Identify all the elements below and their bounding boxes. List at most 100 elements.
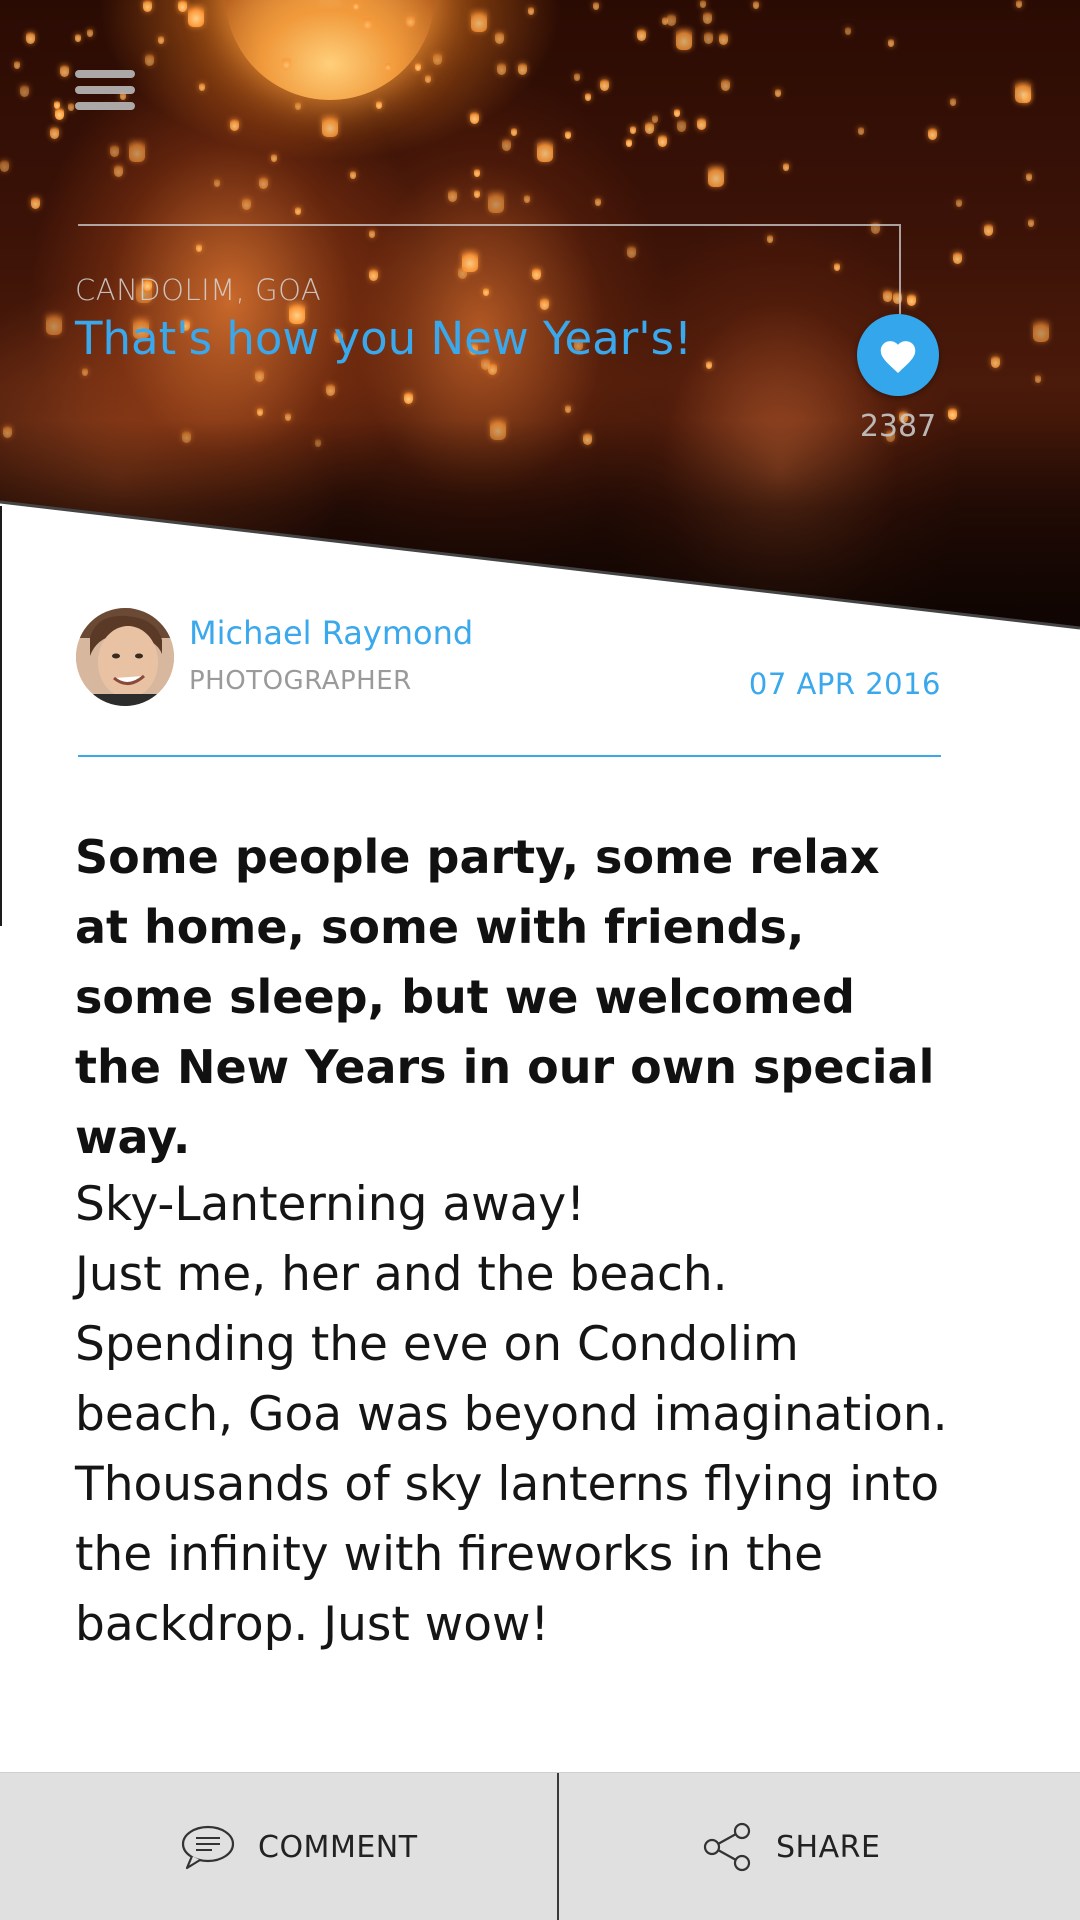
lantern xyxy=(404,392,413,404)
lantern xyxy=(674,109,680,117)
lantern xyxy=(188,6,204,27)
lantern xyxy=(595,198,601,206)
lantern xyxy=(178,0,187,12)
lantern xyxy=(406,15,415,27)
lantern xyxy=(114,165,123,177)
lantern xyxy=(753,1,759,9)
lantern xyxy=(697,118,706,130)
lantern xyxy=(652,115,658,123)
lantern xyxy=(199,83,205,91)
lantern xyxy=(858,127,864,135)
lantern xyxy=(783,163,789,171)
like-button[interactable] xyxy=(857,314,939,396)
lantern xyxy=(704,32,713,44)
lantern xyxy=(953,252,962,264)
lantern xyxy=(537,141,553,162)
post-date: 07 APR 2016 xyxy=(748,667,941,701)
lantern xyxy=(1028,219,1034,227)
author-role: PHOTOGRAPHER xyxy=(189,666,412,696)
post-title: That's how you New Year's! xyxy=(75,312,693,365)
share-label: SHARE xyxy=(776,1829,881,1865)
lantern xyxy=(326,384,335,396)
lantern xyxy=(626,139,632,147)
lantern xyxy=(470,112,479,124)
avatar-portrait xyxy=(76,608,174,706)
lantern xyxy=(26,32,35,44)
post-body-text: Sky-Lanterning away! Just me, her and th… xyxy=(75,1177,948,1652)
lantern xyxy=(129,141,145,162)
post-lead-text: Some people party, some relax at home, s… xyxy=(75,830,935,1164)
lantern xyxy=(1026,173,1032,181)
lantern xyxy=(637,29,646,41)
lantern xyxy=(495,32,504,44)
lantern xyxy=(928,128,937,140)
left-edge-rule xyxy=(0,506,2,926)
hamburger-menu-icon[interactable] xyxy=(75,70,135,114)
lantern xyxy=(1033,321,1049,342)
lantern xyxy=(645,122,654,134)
lantern xyxy=(593,2,599,10)
lantern xyxy=(721,79,730,91)
lantern xyxy=(110,145,119,157)
lantern xyxy=(667,14,676,26)
share-button[interactable]: SHARE xyxy=(702,1773,880,1920)
lantern xyxy=(82,368,88,376)
avatar[interactable] xyxy=(76,608,174,706)
lantern xyxy=(488,192,504,213)
lantern xyxy=(225,0,435,100)
author-divider xyxy=(78,755,941,757)
lantern xyxy=(950,98,956,106)
lantern xyxy=(574,73,580,81)
lantern xyxy=(511,128,517,136)
author-name[interactable]: Michael Raymond xyxy=(189,614,473,652)
lantern xyxy=(845,27,851,35)
lantern xyxy=(471,11,487,32)
lantern xyxy=(353,2,359,10)
lantern xyxy=(295,102,301,110)
lantern xyxy=(719,33,728,45)
lantern xyxy=(1035,375,1041,383)
lantern xyxy=(425,75,431,83)
lantern xyxy=(214,179,220,187)
lantern xyxy=(888,39,894,47)
share-icon xyxy=(703,1822,751,1872)
lantern xyxy=(700,0,706,8)
lantern xyxy=(708,166,724,187)
lantern xyxy=(363,18,372,30)
lantern xyxy=(565,131,571,139)
lantern xyxy=(20,85,29,97)
lantern xyxy=(907,294,916,306)
lantern xyxy=(282,58,291,70)
lantern xyxy=(55,108,64,120)
lantern xyxy=(271,154,277,162)
lantern xyxy=(433,53,442,65)
lantern xyxy=(350,171,356,179)
lantern xyxy=(14,61,20,69)
bottom-action-bar: COMMENT SHARE xyxy=(0,1772,1080,1920)
lantern xyxy=(259,177,268,189)
lantern xyxy=(502,139,511,151)
lantern xyxy=(956,199,962,207)
lantern xyxy=(145,54,154,66)
heart-icon xyxy=(880,341,916,373)
lantern xyxy=(54,101,60,109)
lantern xyxy=(75,34,81,42)
lantern xyxy=(585,93,591,101)
lantern xyxy=(518,63,527,75)
lantern xyxy=(46,314,62,335)
lantern xyxy=(255,370,264,382)
lantern xyxy=(322,116,338,137)
like-count: 2387 xyxy=(859,409,937,444)
lantern xyxy=(474,190,480,198)
lantern xyxy=(158,36,164,44)
lantern xyxy=(528,7,534,15)
lantern xyxy=(143,0,152,12)
comment-button[interactable]: COMMENT xyxy=(180,1773,418,1920)
lantern xyxy=(706,361,712,369)
lantern xyxy=(376,101,382,109)
lantern xyxy=(1015,82,1031,103)
lantern xyxy=(60,65,69,77)
lantern xyxy=(775,89,781,97)
lantern xyxy=(230,119,239,131)
lantern xyxy=(524,195,530,203)
